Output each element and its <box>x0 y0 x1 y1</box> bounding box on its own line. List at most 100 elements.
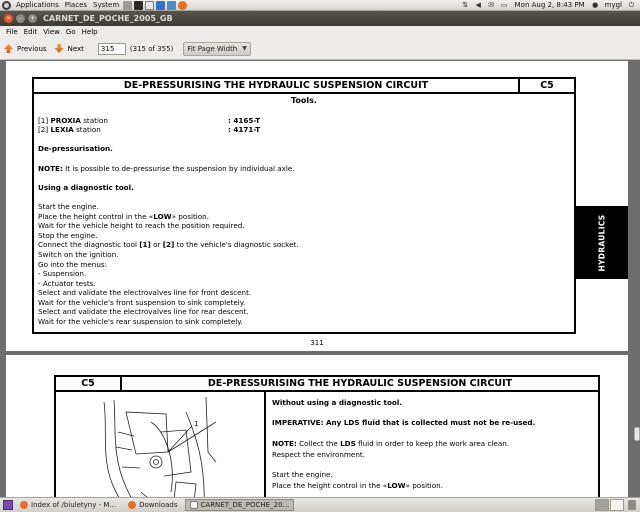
suspension-illustration: 1 <box>56 392 266 497</box>
taskbar-item-firefox[interactable]: Index of /biuletyny - M... <box>15 499 121 511</box>
document-page: C5 DE-PRESSURISING THE HYDRAULIC SUSPENS… <box>6 355 628 497</box>
system-menu[interactable]: System <box>90 0 122 11</box>
suspension-drawing: 1 <box>103 396 217 497</box>
window-title: CARNET_DE_POCHE_2005_GB <box>43 14 173 23</box>
tool-ref-lexia: : 4171-T <box>228 125 261 135</box>
terminal-launcher-icon[interactable] <box>134 0 144 10</box>
step-line: - Suspension. <box>38 269 87 279</box>
next-label: Next <box>67 44 84 53</box>
firefox-icon <box>20 501 28 509</box>
page-number-input[interactable] <box>97 42 126 55</box>
step-line: Select and validate the electrovalves li… <box>38 288 252 298</box>
chevron-down-icon: ▼ <box>242 45 247 52</box>
previous-page-button[interactable]: Previous <box>0 40 51 58</box>
procedure-frame: C5 DE-PRESSURISING THE HYDRAULIC SUSPENS… <box>54 375 600 497</box>
previous-label: Previous <box>17 44 47 53</box>
model-code: C5 <box>56 377 122 390</box>
callout-label: 1 <box>194 420 198 428</box>
procedure-title: DE-PRESSURISING THE HYDRAULIC SUSPENSION… <box>207 378 513 389</box>
imperative-line: IMPERATIVE: Any LDS fluid that is collec… <box>272 418 536 428</box>
respect-line: Respect the environment. <box>272 449 366 459</box>
window-close-button[interactable]: × <box>4 14 13 23</box>
taskbar-item-document-viewer[interactable]: CARNET_DE_POCHE_20... <box>184 499 295 511</box>
menu-file[interactable]: File <box>3 26 21 38</box>
clock[interactable]: Mon Aug 2, 8:43 PM <box>511 0 589 11</box>
scroll-indicator[interactable] <box>634 427 640 441</box>
step-line: Wait for the vehicle's rear suspension t… <box>38 317 243 327</box>
procedure-frame: DE-PRESSURISING THE HYDRAULIC SUSPENSION… <box>32 77 576 334</box>
applications-menu[interactable]: Applications <box>13 0 62 11</box>
gimp-launcher-icon[interactable] <box>156 0 166 10</box>
menu-view[interactable]: View <box>40 26 63 38</box>
tool-ref-proxia: : 4165-T <box>228 115 261 125</box>
procedure-body: Without using a diagnostic tool. IMPERAT… <box>266 392 598 497</box>
next-page-button[interactable]: Next <box>51 40 88 58</box>
workspace-2[interactable] <box>610 499 624 511</box>
document-view[interactable]: DE-PRESSURISING THE HYDRAULIC SUSPENSION… <box>0 61 640 497</box>
window-minimize-button[interactable]: – <box>16 14 25 23</box>
step-line: Wait for the vehicle's front suspension … <box>38 297 246 307</box>
menu-go[interactable]: Go <box>63 26 79 38</box>
note-line: NOTE: Collect the LDS fluid in order to … <box>272 438 510 448</box>
document-icon <box>189 501 198 509</box>
tools-heading: Tools. <box>291 96 317 105</box>
menubar: File Edit View Go Help <box>0 26 640 38</box>
top-panel: Applications Places System ⇅ ◀ ✉ ▭ Mon A… <box>0 0 640 11</box>
step-line: Switch on the ignition. <box>38 249 119 259</box>
taskbar-item-downloads[interactable]: Downloads <box>123 499 182 511</box>
step-line: Wait for the vehicle height to reach the… <box>38 221 245 231</box>
workspace-1[interactable] <box>595 499 609 511</box>
procedure-title: DE-PRESSURISING THE HYDRAULIC SUSPENSION… <box>34 79 520 92</box>
calculator-launcher-icon[interactable] <box>123 0 133 10</box>
zoom-select[interactable]: Fit Page Width ▼ <box>183 41 251 56</box>
trash-icon[interactable] <box>628 500 636 510</box>
volume-icon[interactable]: ◀ <box>474 1 483 10</box>
user-name[interactable]: mygl <box>602 0 625 11</box>
step-line: Start the engine. <box>272 469 333 479</box>
step-line: Place the height control in the «LOW» po… <box>38 211 209 221</box>
page-number: 311 <box>310 339 324 347</box>
firefox-icon <box>128 501 137 509</box>
toolbar: Previous Next (315 of 355) Fit Page Widt… <box>0 38 640 60</box>
document-page: DE-PRESSURISING THE HYDRAULIC SUSPENSION… <box>6 61 628 351</box>
procedure-heading: Without using a diagnostic tool. <box>272 398 403 407</box>
step-line: Stop the engine. <box>38 230 98 240</box>
step-line: Go into the menus: <box>38 259 108 269</box>
network-launcher-icon[interactable] <box>167 0 177 10</box>
workspace-switcher[interactable] <box>594 499 624 511</box>
menu-help[interactable]: Help <box>79 26 101 38</box>
menu-edit[interactable]: Edit <box>21 26 41 38</box>
procedure-body: Tools. [1] PROXIA station : 4165-T [2] L… <box>34 96 574 327</box>
gnome-foot-icon[interactable] <box>2 0 11 10</box>
show-desktop-icon[interactable] <box>3 500 13 510</box>
window-titlebar[interactable]: × – + CARNET_DE_POCHE_2005_GB <box>0 11 640 26</box>
step-line: Start the engine. <box>38 201 99 211</box>
step-line: Select and validate the electrovalves li… <box>38 307 249 317</box>
depressurisation-heading: De-pressurisation. <box>38 144 113 154</box>
places-menu[interactable]: Places <box>62 0 90 11</box>
mail-icon[interactable]: ✉ <box>487 1 496 10</box>
section-tab-hydraulics: HYDRAULICS <box>576 206 628 279</box>
arrow-down-icon <box>54 44 64 53</box>
diagnostic-heading: Using a diagnostic tool. <box>38 182 134 192</box>
user-icon: ● <box>592 1 599 9</box>
zoom-value: Fit Page Width <box>187 44 238 53</box>
tool-row-lexia: [2] LEXIA station : 4171-T <box>38 125 261 135</box>
step-line: - Actuator tests. <box>38 278 96 288</box>
window-maximize-button[interactable]: + <box>28 14 37 23</box>
text-editor-launcher-icon[interactable] <box>145 0 155 10</box>
firefox-launcher-icon[interactable] <box>178 0 188 10</box>
power-icon[interactable]: ⏻ <box>627 1 636 10</box>
bottom-panel: Index of /biuletyny - M... Downloads CAR… <box>0 497 640 512</box>
battery-icon[interactable]: ▭ <box>500 1 509 10</box>
step-line: Connect the diagnostic tool [1] or [2] t… <box>38 240 299 250</box>
note-line: NOTE: It is possible to de-pressurise th… <box>38 163 295 173</box>
model-code: C5 <box>540 80 554 91</box>
arrow-up-icon <box>4 44 13 53</box>
step-line: Place the height control in the «LOW» po… <box>272 480 443 490</box>
network-transfer-icon[interactable]: ⇅ <box>461 1 470 10</box>
page-count-label: (315 of 355) <box>129 44 174 53</box>
tool-row-proxia: [1] PROXIA station : 4165-T <box>38 115 261 125</box>
procedure-header: DE-PRESSURISING THE HYDRAULIC SUSPENSION… <box>34 79 574 94</box>
procedure-header: C5 DE-PRESSURISING THE HYDRAULIC SUSPENS… <box>56 377 598 392</box>
